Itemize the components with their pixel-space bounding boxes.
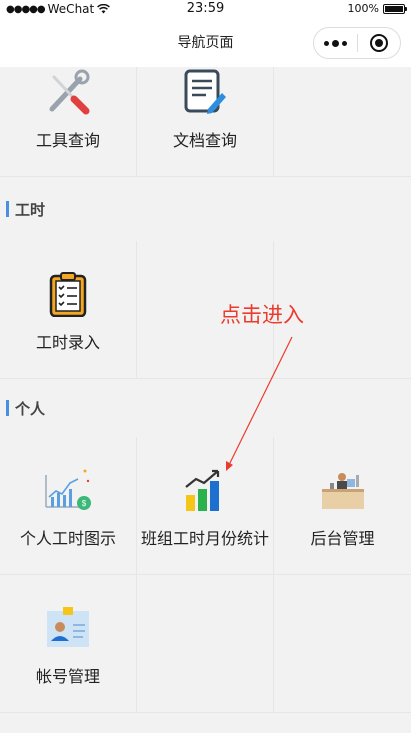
grid-item-empty — [274, 575, 411, 713]
svg-text:$: $ — [82, 499, 87, 508]
main-content: 工具查询 文档查询 工时 工时录入 个人 $ 个人工时图示 班组工时月份统计 后… — [0, 67, 411, 733]
grid-item-label: 工具查询 — [35, 131, 100, 150]
grid-item-account-management[interactable]: 帐号管理 — [0, 575, 137, 713]
status-right: 100% — [347, 2, 407, 15]
grid-item-empty — [137, 575, 274, 713]
section-header-personal: 个人 — [0, 376, 411, 440]
section-title: 个人 — [15, 399, 46, 418]
line-chart-money-icon: $ — [0, 467, 136, 513]
mini-program-capsule — [313, 27, 401, 59]
grid-item-backend-admin[interactable]: 后台管理 — [274, 437, 411, 575]
grid-item-empty — [274, 67, 411, 177]
grid-item-tool-query[interactable]: 工具查询 — [0, 67, 137, 177]
desk-admin-icon — [274, 467, 411, 513]
close-target-icon — [369, 34, 388, 52]
section-header-work-hours: 工时 — [0, 177, 411, 241]
section-title: 工时 — [15, 200, 46, 219]
more-button[interactable] — [314, 28, 357, 58]
grid-item-work-hours-entry[interactable]: 工时录入 — [0, 241, 137, 379]
close-button[interactable] — [358, 28, 401, 58]
grid-item-personal-hours-chart[interactable]: $ 个人工时图示 — [0, 437, 137, 575]
section-accent-bar — [6, 400, 9, 416]
clipboard-checklist-icon — [0, 271, 136, 317]
grid-item-label: 工时录入 — [35, 333, 100, 352]
grid-item-label: 后台管理 — [310, 529, 375, 548]
work-hours-grid: 工时录入 — [0, 241, 411, 379]
annotation-text: 点击进入 — [220, 303, 304, 327]
document-icon — [137, 69, 273, 115]
status-bar: ●●●●● WeChat 23:59 100% — [0, 0, 411, 20]
battery-percent: 100% — [347, 2, 379, 15]
personal-grid: $ 个人工时图示 班组工时月份统计 后台管理 帐号管理 — [0, 437, 411, 713]
grid-item-label: 文档查询 — [172, 131, 237, 150]
section-accent-bar — [6, 201, 9, 217]
grid-item-team-monthly-stats[interactable]: 班组工时月份统计 — [137, 437, 274, 575]
grid-item-document-query[interactable]: 文档查询 — [137, 67, 274, 177]
battery-icon — [383, 3, 407, 14]
more-dots-icon — [323, 39, 347, 47]
grid-item-label: 帐号管理 — [35, 667, 100, 686]
tools-grid: 工具查询 文档查询 — [0, 67, 411, 177]
nav-bar: 导航页面 — [0, 20, 411, 67]
grid-item-label: 班组工时月份统计 — [140, 529, 269, 548]
bar-chart-icon — [137, 467, 273, 513]
tools-icon — [0, 69, 136, 115]
grid-item-label: 个人工时图示 — [19, 529, 116, 548]
id-card-icon — [0, 605, 136, 651]
